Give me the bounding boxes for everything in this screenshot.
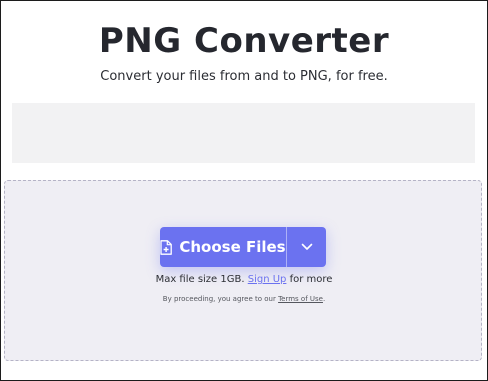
choose-files-button[interactable]: Choose Files	[160, 227, 286, 267]
terms-text: By proceeding, you agree to our	[162, 295, 276, 303]
terms-of-use-link[interactable]: Terms of Use	[278, 295, 323, 303]
terms-note: By proceeding, you agree to our Terms of…	[1, 295, 487, 303]
terms-period: .	[322, 295, 326, 303]
sign-up-link[interactable]: Sign Up	[248, 274, 287, 285]
upload-source-dropdown[interactable]	[287, 227, 326, 267]
file-dropzone[interactable]	[4, 180, 482, 361]
page-title: PNG Converter	[98, 21, 390, 61]
choose-files-group: Choose Files	[160, 227, 326, 267]
max-file-size-note: Max file size 1GB. Sign Up for more	[1, 274, 487, 285]
chevron-down-icon	[301, 243, 312, 250]
page-subtitle: Convert your files from and to PNG, for …	[100, 69, 388, 84]
ad-placeholder	[12, 103, 475, 163]
max-size-suffix: for more	[289, 274, 333, 285]
max-size-text: Max file size 1GB.	[155, 274, 245, 285]
file-plus-icon	[160, 239, 173, 255]
choose-files-label: Choose Files	[179, 238, 286, 256]
